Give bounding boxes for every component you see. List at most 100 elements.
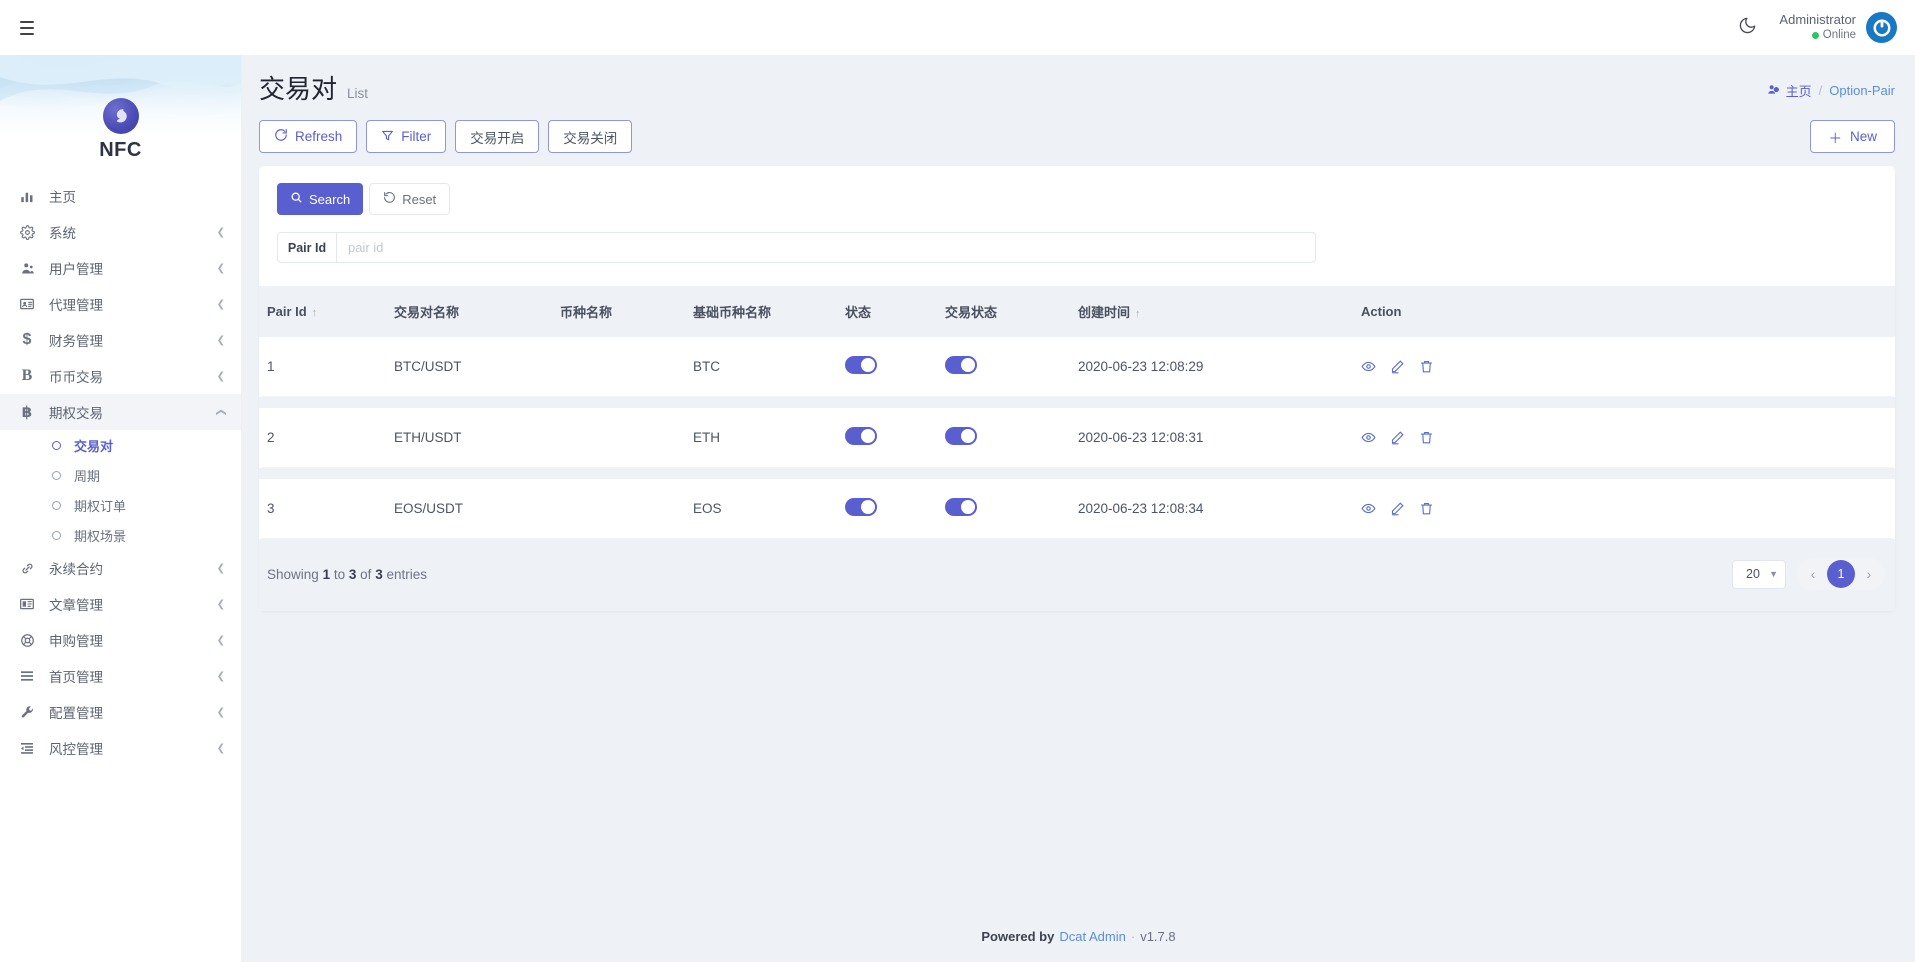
- column-header-coin-name[interactable]: 币种名称: [560, 286, 693, 337]
- sidebar-item-system[interactable]: 系统 ❮: [0, 214, 241, 250]
- footer-separator: ·: [1130, 928, 1136, 944]
- sort-arrow-icon: ↑: [311, 307, 318, 319]
- user-menu[interactable]: Administrator Online: [1779, 12, 1897, 43]
- reset-button[interactable]: Reset: [369, 183, 451, 215]
- status-toggle[interactable]: [845, 498, 877, 516]
- trade-status-toggle[interactable]: [945, 498, 977, 516]
- sidebar-item-perpetual-contract[interactable]: 永续合约 ❮: [0, 550, 241, 586]
- eye-icon[interactable]: [1361, 359, 1376, 374]
- chevron-right-icon: ❮: [216, 670, 225, 682]
- moon-icon[interactable]: [1738, 16, 1757, 39]
- prev-page-button[interactable]: ‹: [1799, 560, 1827, 588]
- sidebar-item-risk-management[interactable]: 风控管理 ❮: [0, 730, 241, 766]
- sidebar-item-finance-management[interactable]: $ 财务管理 ❮: [0, 322, 241, 358]
- sidebar-subitem-option-scenes[interactable]: 期权场景: [0, 520, 241, 550]
- reset-label: Reset: [402, 191, 437, 207]
- cell-created-at: 2020-06-23 12:08:29: [1078, 337, 1361, 397]
- pencil-icon[interactable]: [1390, 359, 1405, 374]
- breadcrumb-home[interactable]: 主页: [1767, 81, 1812, 100]
- sidebar-subitem-trading-pair[interactable]: 交易对: [0, 430, 241, 460]
- row-spacer: [259, 468, 1895, 479]
- pencil-icon[interactable]: [1390, 501, 1405, 516]
- eye-icon[interactable]: [1361, 430, 1376, 445]
- sidebar-subitem-period[interactable]: 周期: [0, 460, 241, 490]
- next-page-button[interactable]: ›: [1855, 560, 1883, 588]
- trash-icon[interactable]: [1419, 359, 1434, 374]
- column-header-created-at[interactable]: 创建时间 ↑: [1078, 286, 1361, 337]
- cell-created-at: 2020-06-23 12:08:31: [1078, 408, 1361, 468]
- row-actions: [1361, 501, 1895, 516]
- column-header-pair-id[interactable]: Pair Id ↑: [259, 286, 394, 337]
- page-1-button[interactable]: 1: [1827, 560, 1855, 588]
- dashboard-icon: [1767, 82, 1781, 99]
- sidebar-item-article-management[interactable]: 文章管理 ❮: [0, 586, 241, 622]
- column-header-pair-name[interactable]: 交易对名称: [394, 286, 560, 337]
- sidebar-item-agent-management[interactable]: 代理管理 ❮: [0, 286, 241, 322]
- cell-coin-name: [560, 337, 693, 397]
- table-row[interactable]: 3 EOS/USDT EOS 2020-06-23 12:08:34: [259, 479, 1895, 539]
- breadcrumb-current[interactable]: Option-Pair: [1829, 83, 1895, 98]
- per-page-select[interactable]: 20: [1732, 559, 1786, 589]
- cell-trade-status: [945, 479, 1078, 539]
- sidebar-item-config-management[interactable]: 配置管理 ❮: [0, 694, 241, 730]
- search-button[interactable]: Search: [277, 183, 364, 215]
- trade-status-toggle[interactable]: [945, 356, 977, 374]
- column-header-base-coin-name[interactable]: 基础币种名称: [693, 286, 845, 337]
- trash-icon[interactable]: [1419, 501, 1434, 516]
- sidebar-item-label: 配置管理: [49, 706, 103, 721]
- sidebar-item-label: 首页管理: [49, 670, 103, 685]
- table-head: Pair Id ↑ 交易对名称 币种名称 基础币种名称 状态 交易状态 创建时间…: [259, 286, 1895, 337]
- sidebar-item-home[interactable]: 主页: [0, 178, 241, 214]
- user-status: Online: [1779, 28, 1856, 42]
- table-row[interactable]: 1 BTC/USDT BTC 2020-06-23 12:08:29: [259, 337, 1895, 397]
- app-shell: NFC 主页 系统 ❮ 用户管理 ❮ 代理管理 ❮ $ 财务管理 ❮ B 币币交…: [0, 55, 1915, 962]
- filter-button[interactable]: Filter: [366, 120, 447, 153]
- search-label: Search: [309, 191, 351, 207]
- eye-icon[interactable]: [1361, 501, 1376, 516]
- sidebar-item-label: 申购管理: [49, 634, 103, 649]
- main-content: 交易对 List 主页 / Option-Pair Refresh Filter…: [242, 55, 1915, 962]
- table-row[interactable]: 2 ETH/USDT ETH 2020-06-23 12:08:31: [259, 408, 1895, 468]
- sort-arrow-icon: ↑: [1135, 308, 1141, 320]
- wrench-icon: [18, 705, 36, 720]
- avatar[interactable]: [1866, 12, 1897, 43]
- sidebar-subitem-option-orders[interactable]: 期权订单: [0, 490, 241, 520]
- footer-version: v1.7.8: [1140, 928, 1176, 944]
- chevron-right-icon: ❮: [216, 634, 225, 646]
- sidebar-item-user-management[interactable]: 用户管理 ❮: [0, 250, 241, 286]
- hamburger-icon[interactable]: [16, 13, 38, 43]
- sidebar-submenu-option-trading: 交易对 周期 期权订单 期权场景: [0, 430, 241, 550]
- toggle-knob: [861, 429, 875, 443]
- sidebar-item-label: 风控管理: [49, 742, 103, 757]
- sidebar-item-homepage-management[interactable]: 首页管理 ❮: [0, 658, 241, 694]
- pair-id-input[interactable]: [336, 232, 1316, 263]
- sidebar-item-option-trading[interactable]: ฿ 期权交易 ❮: [0, 394, 241, 430]
- sidebar-item-coin-trading[interactable]: B 币币交易 ❮: [0, 358, 241, 394]
- toolbar: Refresh Filter 交易开启 交易关闭 ＋ New: [259, 120, 1895, 153]
- column-header-status[interactable]: 状态: [845, 286, 945, 337]
- sidebar-item-label: 用户管理: [49, 262, 103, 277]
- cell-actions: [1361, 479, 1895, 539]
- filter-icon: [381, 129, 394, 145]
- refresh-label: Refresh: [295, 129, 343, 144]
- pencil-icon[interactable]: [1390, 430, 1405, 445]
- status-toggle[interactable]: [845, 356, 877, 374]
- trade-status-toggle[interactable]: [945, 427, 977, 445]
- undo-icon: [383, 191, 396, 207]
- trash-icon[interactable]: [1419, 430, 1434, 445]
- search-panel: Search Reset Pair Id: [259, 166, 1895, 283]
- status-toggle[interactable]: [845, 427, 877, 445]
- cell-trade-status: [945, 408, 1078, 468]
- new-button[interactable]: ＋ New: [1810, 120, 1895, 153]
- sidebar-brand[interactable]: NFC: [0, 55, 241, 168]
- sidebar-item-subscription-management[interactable]: 申购管理 ❮: [0, 622, 241, 658]
- footer-brand-link[interactable]: Dcat Admin: [1059, 929, 1125, 944]
- showing-to: 3: [348, 566, 357, 582]
- trade-open-button[interactable]: 交易开启: [455, 120, 540, 153]
- trade-close-button[interactable]: 交易关闭: [548, 120, 633, 153]
- breadcrumb-home-label: 主页: [1785, 84, 1812, 99]
- table-header-row: Pair Id ↑ 交易对名称 币种名称 基础币种名称 状态 交易状态 创建时间…: [259, 286, 1895, 337]
- column-header-trade-status[interactable]: 交易状态: [945, 286, 1078, 337]
- pair-id-label: Pair Id: [277, 232, 336, 263]
- refresh-button[interactable]: Refresh: [259, 120, 358, 153]
